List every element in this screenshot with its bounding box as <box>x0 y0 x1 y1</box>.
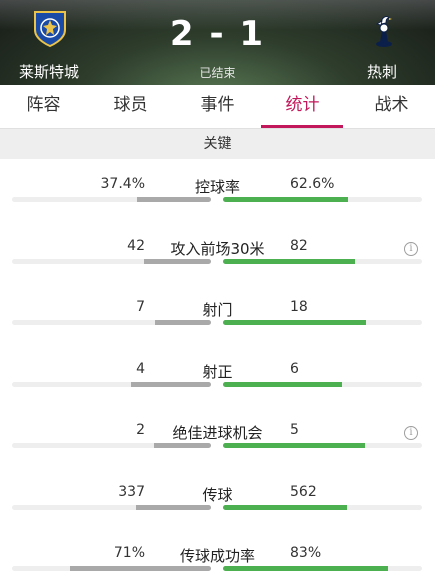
away-bar-track <box>223 197 422 202</box>
home-bar-track <box>12 197 211 202</box>
stat-away-value: 5 <box>290 422 299 438</box>
stat-away-value: 18 <box>290 299 308 315</box>
stat-away-value: 6 <box>290 360 299 377</box>
score-separator: - <box>209 14 226 54</box>
away-bar-fill <box>223 381 342 387</box>
stat-away-value: 562 <box>290 483 317 500</box>
stat-label: 控球率 <box>194 178 240 196</box>
section-title: 关键 <box>0 129 435 159</box>
home-bar-track <box>12 443 211 448</box>
home-bar-track <box>12 566 211 571</box>
stat-row: 2 绝佳进球机会 5 i <box>0 422 435 484</box>
away-bar-fill <box>223 443 365 448</box>
stat-row: 71% 传球成功率 83% <box>0 545 435 585</box>
home-bar-fill <box>155 320 211 325</box>
stat-label: 攻入前场30米 <box>170 239 265 258</box>
tab-lineup[interactable]: 阵容 <box>0 85 87 129</box>
away-score: 1 <box>239 14 266 54</box>
away-bar-track <box>223 504 422 510</box>
away-bar-track <box>223 320 422 325</box>
match-header: 莱斯特城 2 - 1 已结束 热刺 <box>0 0 435 85</box>
stat-row: 7 射门 18 <box>0 299 435 361</box>
away-team-name: 热刺 <box>367 63 398 81</box>
home-bar-fill <box>137 197 211 202</box>
stat-row: 4 射正 6 <box>0 361 435 423</box>
stat-away-value: 83% <box>290 545 322 561</box>
stat-row: 337 传球 562 <box>0 484 435 546</box>
away-bar-track <box>223 258 422 264</box>
away-bar-fill <box>223 197 348 202</box>
stat-row: 37.4% 控球率 62.6% <box>0 176 435 238</box>
tab-stats[interactable]: 统计 <box>259 85 346 129</box>
stat-label: 射门 <box>202 301 233 319</box>
home-bar-fill <box>131 381 211 387</box>
stat-label: 绝佳进球机会 <box>172 424 263 442</box>
home-bar-fill <box>136 504 211 510</box>
away-bar-track <box>223 443 422 448</box>
home-bar-track <box>12 381 211 387</box>
tab-events[interactable]: 事件 <box>174 85 261 129</box>
away-bar-fill <box>223 504 347 510</box>
info-icon[interactable]: i <box>404 241 418 256</box>
stat-label: 射正 <box>202 362 233 381</box>
stat-away-value: 82 <box>290 237 308 254</box>
active-tab-indicator <box>261 125 343 128</box>
stat-label: 传球 <box>202 485 233 504</box>
away-bar-fill <box>223 258 355 264</box>
home-bar-track <box>12 320 211 325</box>
tab-bar: 阵容 球员 事件 统计 战术 <box>0 85 435 129</box>
away-bar-fill <box>223 320 366 325</box>
away-bar-track <box>223 381 422 387</box>
info-icon[interactable]: i <box>404 426 418 440</box>
away-bar-fill <box>223 566 388 571</box>
tab-tactics[interactable]: 战术 <box>348 85 435 129</box>
stat-row: 42 攻入前场30米 82 i <box>0 238 435 300</box>
stat-away-value: 62.6% <box>290 176 335 192</box>
home-score: 2 <box>169 14 196 54</box>
home-bar-track <box>12 258 211 264</box>
home-bar-fill <box>154 443 211 448</box>
away-bar-track <box>223 566 422 571</box>
home-bar-fill <box>144 258 211 264</box>
tab-players[interactable]: 球员 <box>87 85 174 129</box>
tottenham-crest-icon <box>375 16 392 47</box>
home-bar-track <box>12 504 211 510</box>
stat-label: 传球成功率 <box>179 547 255 565</box>
home-bar-fill <box>70 566 211 571</box>
